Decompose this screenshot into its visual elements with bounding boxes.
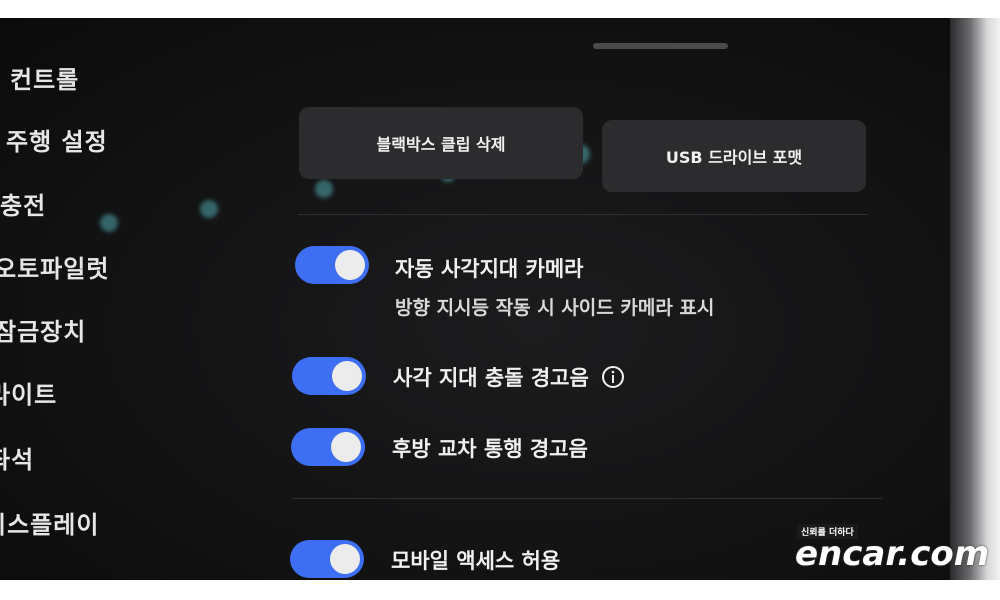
sidebar-item-charging[interactable]: 충전 — [0, 186, 46, 221]
drag-handle[interactable] — [593, 43, 728, 49]
format-usb-drive-button[interactable]: USB 드라이브 포맷 — [602, 120, 866, 192]
info-icon[interactable] — [601, 365, 625, 389]
rear-cross-traffic-chime-toggle[interactable] — [291, 428, 365, 466]
delete-dashcam-clips-button[interactable]: 블랙박스 클립 삭제 — [299, 107, 583, 179]
auto-blindspot-camera-toggle[interactable] — [295, 246, 369, 284]
encar-watermark: 신뢰를 더하다 encar.com — [795, 524, 1000, 574]
sidebar-item-controls[interactable]: 컨트롤 — [10, 60, 79, 95]
sidebar-item-locks[interactable]: 잠금장치 — [0, 312, 86, 347]
toggle-knob — [332, 361, 362, 391]
touchscreen: 컨트롤 주행 설정 충전 오토파일럿 잠금장치 라이트 좌석 디스플레이 블랙박… — [0, 18, 970, 580]
sidebar-item-seats[interactable]: 좌석 — [0, 440, 34, 475]
sidebar-item-lights[interactable]: 라이트 — [0, 375, 57, 410]
display-bezel — [950, 18, 1000, 580]
toggle-knob — [330, 544, 360, 574]
photo-border — [0, 580, 1000, 600]
auto-blindspot-camera-description: 방향 지시등 작동 시 사이드 카메라 표시 — [395, 297, 715, 319]
toggle-knob — [331, 432, 361, 462]
allow-mobile-access-toggle[interactable] — [290, 540, 364, 578]
blindspot-collision-chime-label: 사각 지대 충돌 경고음 — [393, 366, 589, 390]
sidebar-item-autopilot[interactable]: 오토파일럿 — [0, 249, 109, 284]
reflection-spot — [315, 180, 333, 198]
toggle-knob — [335, 250, 365, 280]
rear-cross-traffic-chime-label: 후방 교차 통행 경고음 — [392, 437, 588, 461]
auto-blindspot-camera-label: 자동 사각지대 카메라 — [395, 257, 584, 281]
section-divider — [298, 214, 868, 215]
sidebar-item-driving[interactable]: 주행 설정 — [6, 122, 108, 157]
blindspot-collision-chime-toggle[interactable] — [292, 357, 366, 395]
watermark-brand: encar.com — [795, 534, 990, 574]
blindspot-collision-chime-row: 사각 지대 충돌 경고음 — [393, 362, 625, 392]
section-divider — [292, 498, 882, 499]
sidebar-item-display[interactable]: 디스플레이 — [0, 505, 99, 540]
allow-mobile-access-label: 모바일 액세스 허용 — [391, 549, 561, 573]
settings-sidebar: 컨트롤 주행 설정 충전 오토파일럿 잠금장치 라이트 좌석 디스플레이 — [0, 18, 260, 580]
